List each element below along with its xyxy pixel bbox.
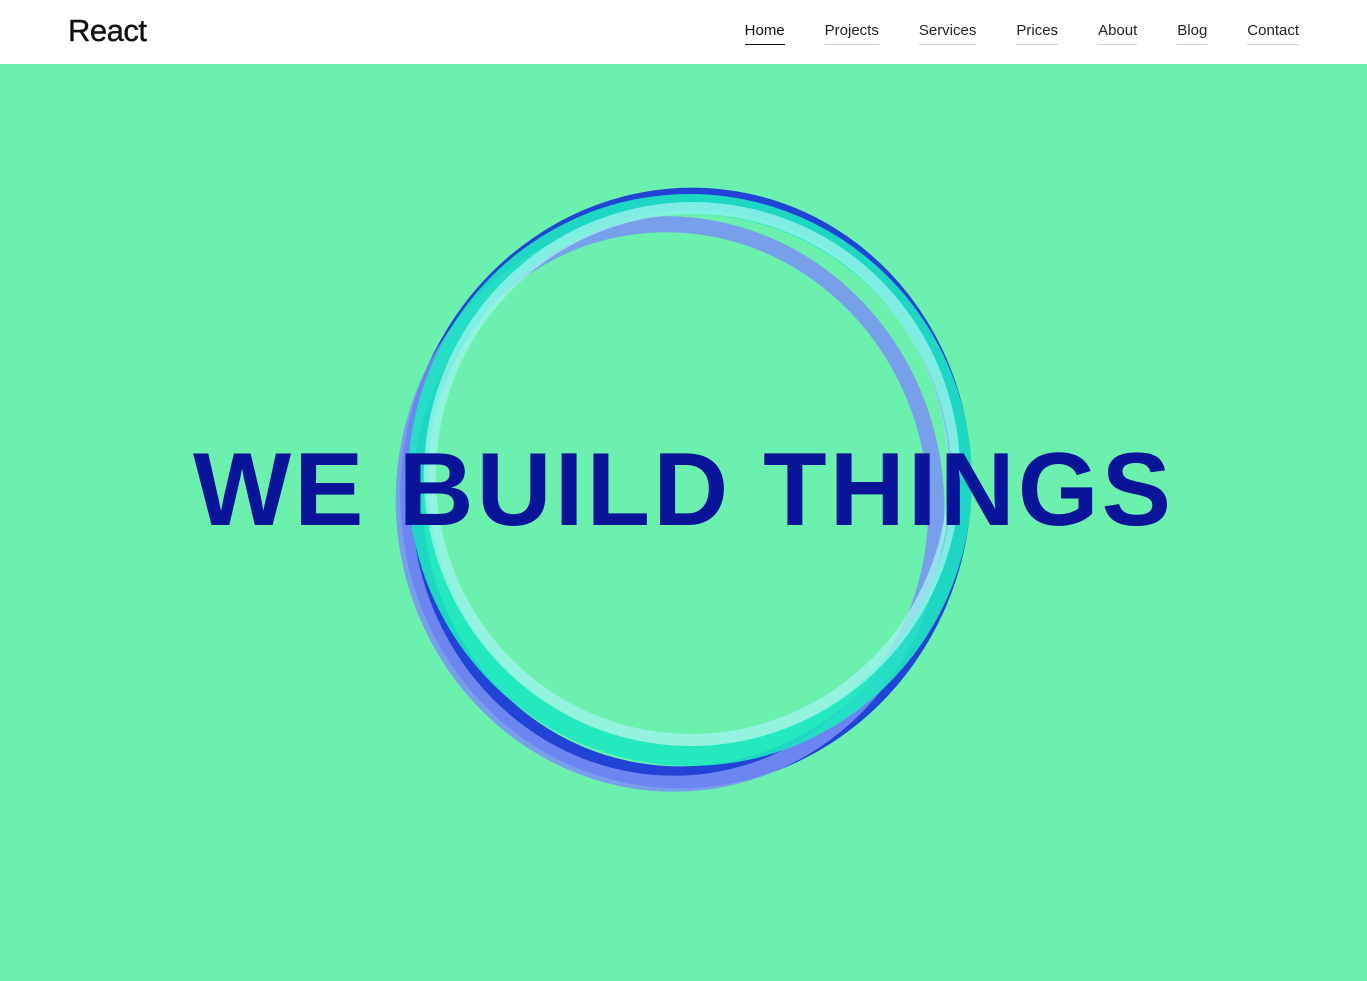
nav-item-blog[interactable]: Blog [1177,21,1208,45]
nav-item-projects[interactable]: Projects [824,21,879,45]
nav-item-prices[interactable]: Prices [1016,21,1059,45]
hero-section: WE BUILD THINGS [0,64,1367,981]
top-navbar: React Home Projects Services Prices Abou… [0,0,1367,64]
nav-item-about[interactable]: About [1098,21,1138,45]
nav-item-contact[interactable]: Contact [1247,21,1299,45]
hero-headline: WE BUILD THINGS [193,432,1174,548]
nav-item-services[interactable]: Services [918,21,977,45]
brand-logo[interactable]: React [68,12,147,50]
main-nav: Home Projects Services Prices About Blog… [744,21,1299,45]
nav-item-home[interactable]: Home [744,21,785,45]
